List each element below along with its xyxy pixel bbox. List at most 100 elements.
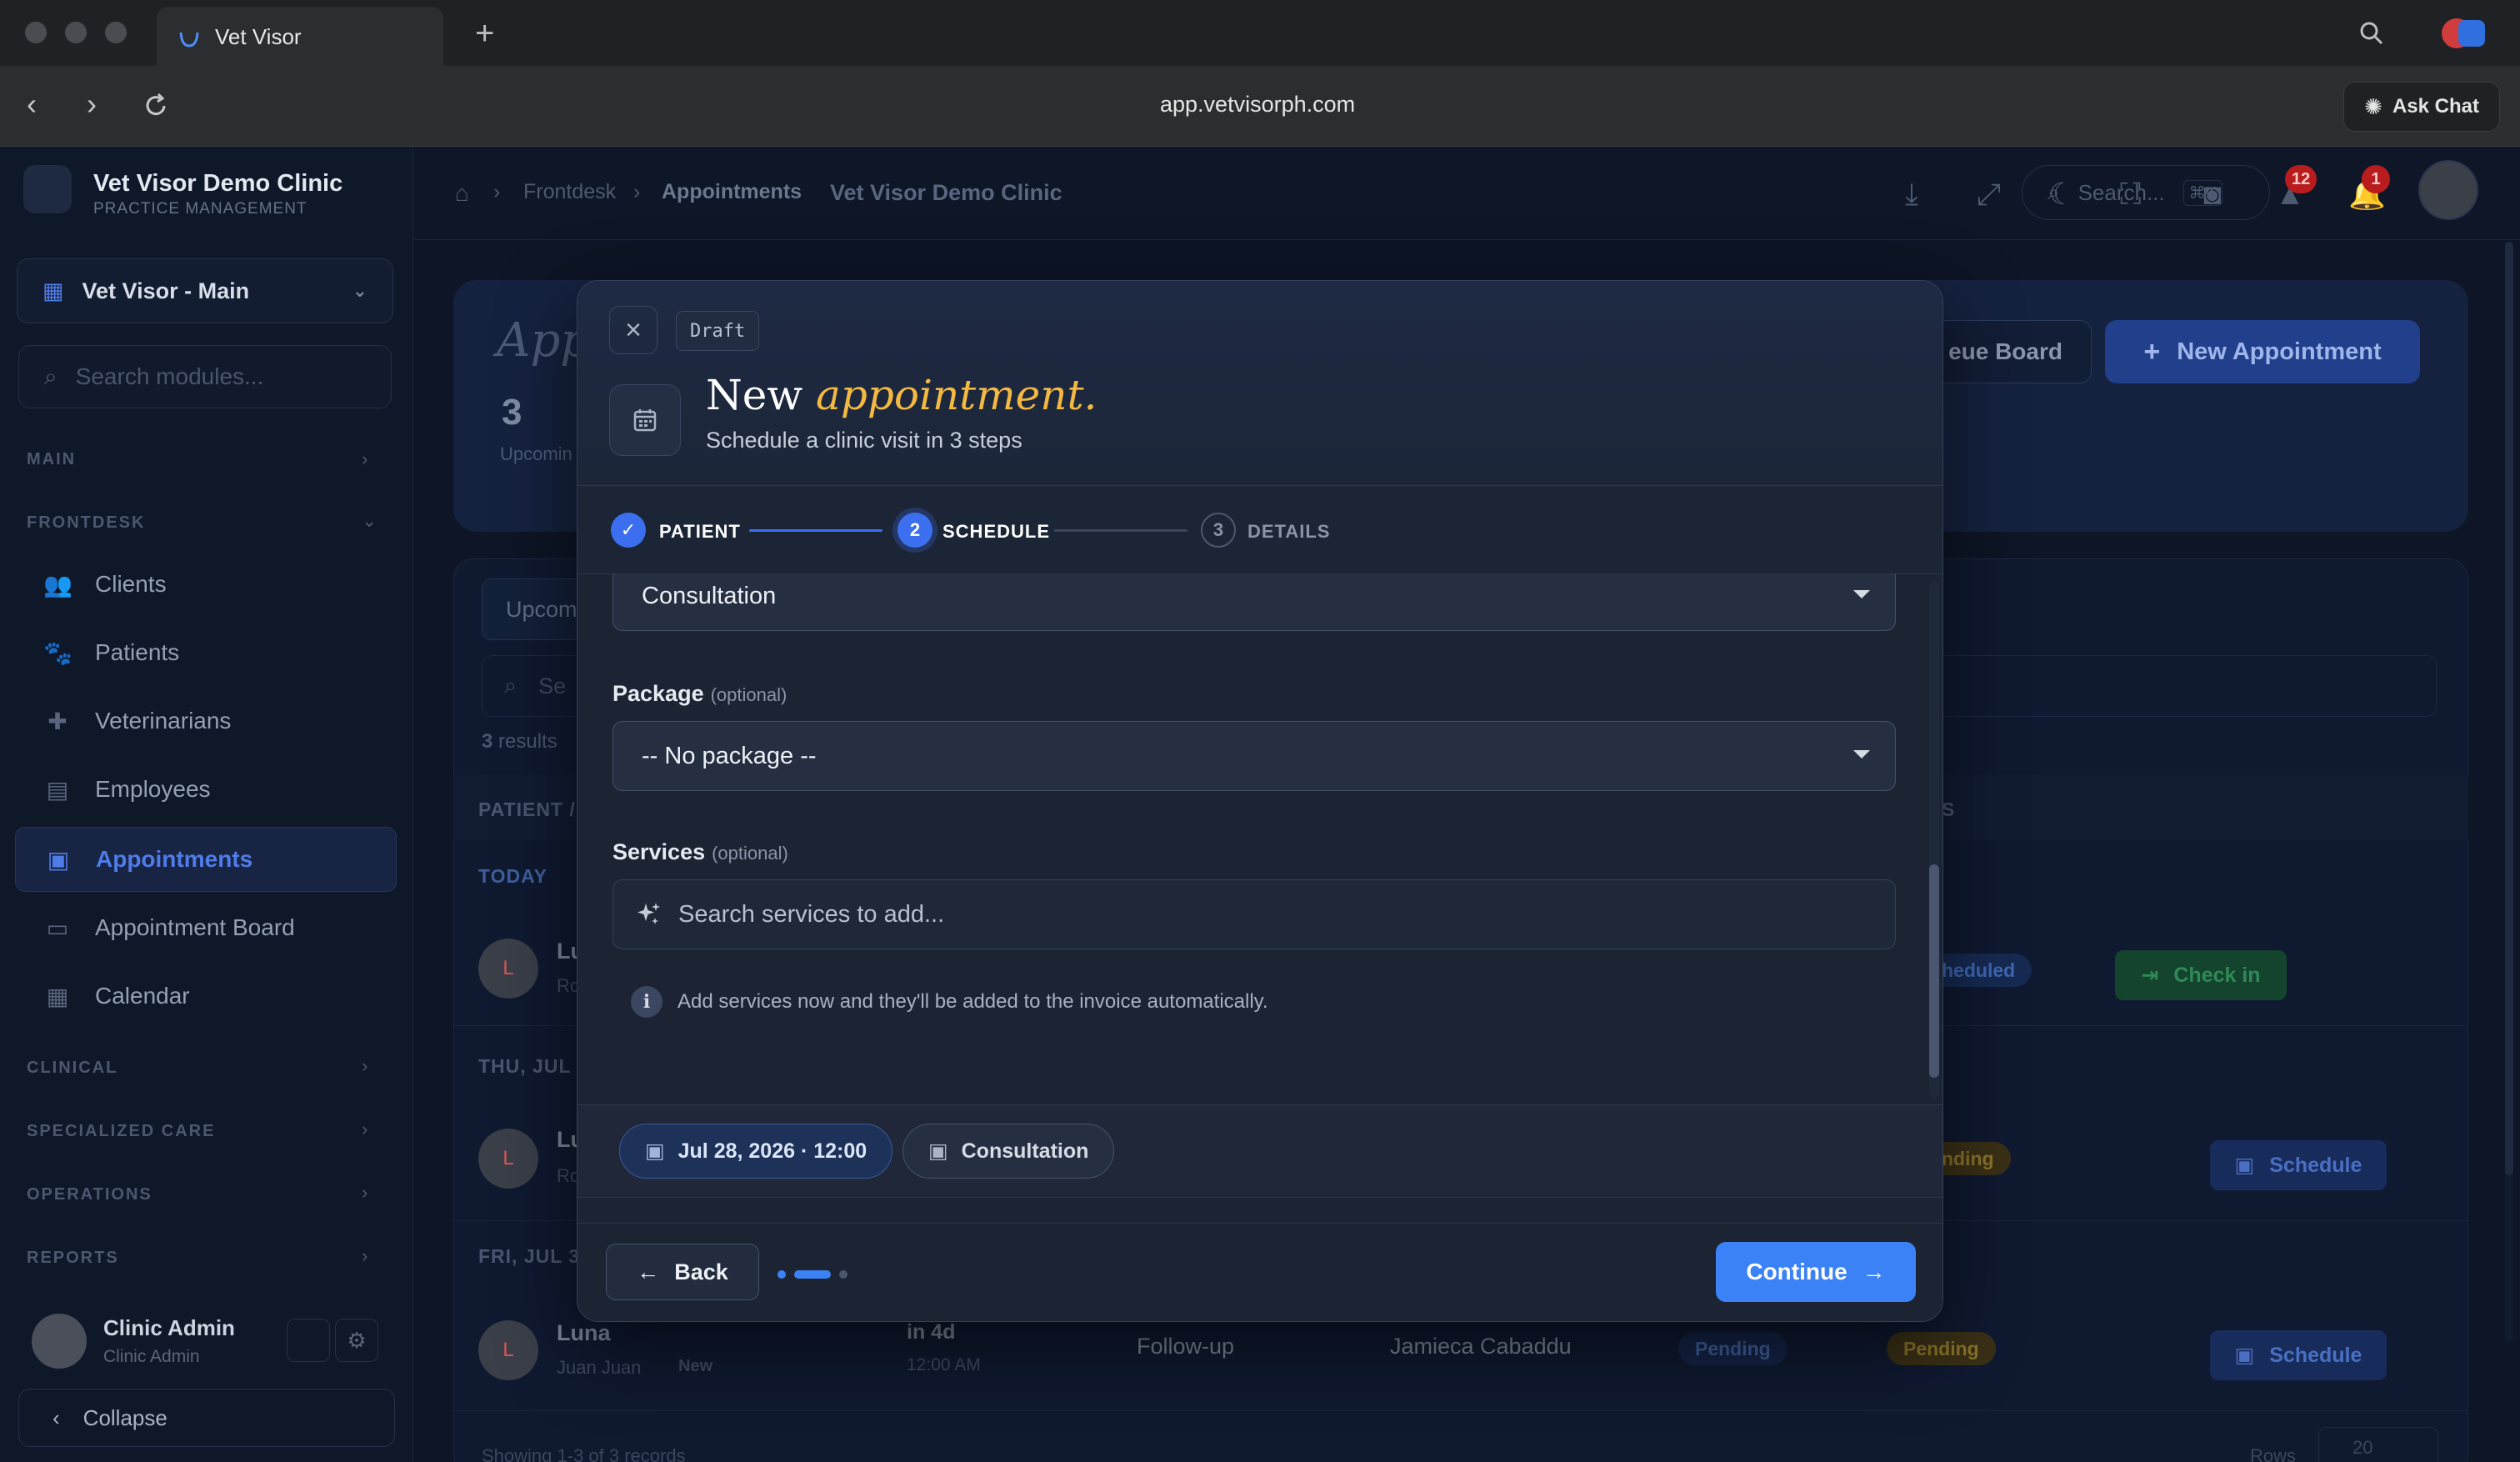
section-specialized-care[interactable]: SPECIALIZED CARE xyxy=(27,1122,215,1141)
briefcase-icon: ▤ xyxy=(46,776,69,803)
section-clinical[interactable]: CLINICAL xyxy=(27,1059,118,1078)
calendar-grid-icon: ▦ xyxy=(46,983,69,1009)
modal-footer: ← Back Continue → xyxy=(578,1223,1942,1321)
appointment-type-chip[interactable]: ▣ Consultation xyxy=(902,1124,1115,1179)
moon-icon[interactable]: ☾ xyxy=(2048,177,2075,212)
tab-title: Vet Visor xyxy=(215,23,302,49)
chevron-down-icon: ⌄ xyxy=(352,280,368,301)
section-reports[interactable]: REPORTS xyxy=(27,1249,119,1268)
day-group-thu: THU, JUL xyxy=(478,1055,572,1077)
package-select[interactable]: -- No package -- xyxy=(612,721,1896,791)
address-bar[interactable]: app.vetvisorph.com xyxy=(1160,92,1355,118)
profile-extension-icon[interactable] xyxy=(2458,20,2485,47)
patient-name[interactable]: Luna xyxy=(557,1320,611,1346)
sidebar-item-appointment-board[interactable]: ▭ Appointment Board xyxy=(15,895,397,960)
back-arrow-icon[interactable]: ‹ xyxy=(27,87,37,122)
step-patient-check-icon[interactable]: ✓ xyxy=(611,513,646,548)
sidebar-item-veterinarians[interactable]: ✚ Veterinarians xyxy=(15,688,397,754)
window-close-dot[interactable] xyxy=(25,22,47,43)
plus-icon: + xyxy=(2143,335,2161,368)
check-in-button[interactable]: ⇥ Check in xyxy=(2115,950,2287,1000)
section-main[interactable]: MAIN xyxy=(27,450,76,469)
home-icon[interactable]: ⌂ xyxy=(455,180,469,207)
info-icon: i xyxy=(631,986,662,1018)
datetime-chip[interactable]: ▣ Jul 28, 2026 · 12:00 xyxy=(619,1124,893,1179)
appointment-type-select[interactable]: Consultation xyxy=(612,574,1896,631)
calendar-check-icon: ▣ xyxy=(2234,1344,2255,1367)
column-status[interactable]: S xyxy=(1942,799,1954,821)
ask-chat-button[interactable]: ✺ Ask Chat xyxy=(2343,82,2500,132)
sidebar-item-calendar[interactable]: ▦ Calendar xyxy=(15,964,397,1029)
breadcrumb-frontdesk[interactable]: Frontdesk xyxy=(523,180,616,204)
modal-body: Consultation Package (optional) -- No pac… xyxy=(578,574,1942,1104)
step-connector xyxy=(749,529,882,532)
chevron-down-icon[interactable]: ⌄ xyxy=(362,510,377,532)
window-minimize-dot[interactable] xyxy=(65,22,87,43)
enter-icon: ⇥ xyxy=(2141,964,2159,987)
users-icon: 👥 xyxy=(43,571,72,598)
back-button[interactable]: ← Back xyxy=(606,1244,759,1300)
results-count: 3 results xyxy=(482,730,558,753)
step-schedule-label[interactable]: SCHEDULE xyxy=(942,521,1050,543)
browser-tab[interactable]: Vet Visor xyxy=(157,7,443,67)
profile-avatar[interactable] xyxy=(2418,160,2478,220)
forward-arrow-icon[interactable]: › xyxy=(87,87,97,122)
chevron-right-icon[interactable]: › xyxy=(362,1245,368,1267)
camera-icon[interactable]: ◙ xyxy=(2203,177,2222,212)
new-tab-button[interactable]: + xyxy=(475,15,494,53)
services-search-input[interactable]: Search services to add... xyxy=(612,879,1896,949)
arrow-left-icon: ← xyxy=(637,1259,660,1284)
chevron-right-icon[interactable]: › xyxy=(362,1182,368,1204)
expand-icon[interactable]: ⤢ xyxy=(1977,177,2001,213)
progress-dot xyxy=(778,1270,786,1279)
settings-gear-icon[interactable]: ⚙ xyxy=(335,1319,378,1362)
step-schedule-number[interactable]: 2 xyxy=(898,513,932,548)
section-operations[interactable]: OPERATIONS xyxy=(27,1185,152,1204)
selection-summary: ▣ Jul 28, 2026 · 12:00 ▣ Consultation xyxy=(578,1104,1942,1198)
page-scrollbar-thumb[interactable] xyxy=(2505,242,2513,1175)
modal-scrollbar-thumb[interactable] xyxy=(1929,864,1939,1078)
day-group-fri: FRI, JUL 3 xyxy=(478,1245,581,1267)
schedule-button[interactable]: ▣ Schedule xyxy=(2210,1140,2387,1190)
chevron-right-icon[interactable]: › xyxy=(362,448,368,470)
window-zoom-dot[interactable] xyxy=(105,22,127,43)
search-icon[interactable] xyxy=(2358,20,2385,47)
step-patient-label[interactable]: PATIENT xyxy=(659,521,741,543)
stat-upcoming-count: 3 xyxy=(502,392,522,433)
rows-per-page-select[interactable]: 20 xyxy=(2318,1427,2438,1462)
clinic-subtitle: PRACTICE MANAGEMENT xyxy=(93,200,308,218)
sidebar-item-employees[interactable]: ▤ Employees xyxy=(15,757,397,822)
breadcrumb-appointments[interactable]: Appointments xyxy=(662,180,802,204)
close-icon[interactable]: × xyxy=(609,306,658,354)
reload-icon[interactable] xyxy=(142,92,170,120)
download-icon[interactable]: ⤓ xyxy=(1905,177,1918,213)
step-details-label[interactable]: DETAILS xyxy=(1248,521,1330,543)
branch-selector[interactable]: ▦ Vet Visor - Main ⌄ xyxy=(17,258,393,323)
collapse-button[interactable]: ‹ Collapse xyxy=(18,1389,395,1447)
appointment-type: Follow-up xyxy=(1137,1334,1235,1359)
sidebar-item-appointments[interactable]: ▣ Appointments xyxy=(15,827,397,892)
sidebar-item-patients[interactable]: 🐾 Patients xyxy=(15,620,397,685)
draft-badge: Draft xyxy=(676,311,760,351)
fullscreen-icon[interactable]: ⛶ xyxy=(2120,177,2141,213)
chevron-right-icon[interactable]: › xyxy=(362,1055,368,1077)
chevron-right-icon[interactable]: › xyxy=(362,1119,368,1140)
column-patient[interactable]: PATIENT / xyxy=(478,799,576,821)
module-search-input[interactable]: ⌕ Search modules... xyxy=(18,345,392,408)
step-details-number[interactable]: 3 xyxy=(1201,513,1236,548)
continue-button[interactable]: Continue → xyxy=(1716,1242,1916,1302)
medical-cross-icon: ✚ xyxy=(48,708,68,734)
user-name: Clinic Admin xyxy=(103,1315,235,1340)
modal-header: × Draft New appointment. Schedule a clin… xyxy=(578,281,1942,486)
section-frontdesk[interactable]: FRONTDESK xyxy=(27,513,145,533)
sidebar-item-clients[interactable]: 👥 Clients xyxy=(15,552,397,617)
new-appointment-button[interactable]: + New Appointment xyxy=(2105,320,2420,383)
payment-status-badge: Pending xyxy=(1887,1332,1996,1365)
schedule-button[interactable]: ▣ Schedule xyxy=(2210,1330,2387,1380)
veterinarian-name: Jamieca Cabaddu xyxy=(1390,1334,1572,1359)
switch-user-button[interactable] xyxy=(287,1319,330,1362)
user-avatar[interactable] xyxy=(32,1314,87,1369)
sidebar: Vet Visor Demo Clinic PRACTICE MANAGEMEN… xyxy=(0,147,413,1462)
appointment-relative-date: in 4d xyxy=(907,1320,956,1344)
search-icon: ⌕ xyxy=(504,673,518,698)
